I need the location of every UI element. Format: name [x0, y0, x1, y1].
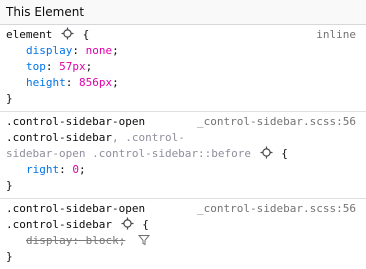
- close-brace: }: [6, 179, 13, 192]
- property-value[interactable]: 856px: [79, 76, 112, 89]
- property-value[interactable]: none: [86, 44, 113, 57]
- rule-selector[interactable]: element: [6, 28, 52, 41]
- target-node-icon[interactable]: [61, 27, 74, 40]
- rule-selector[interactable]: .control-sidebar-open: [6, 115, 145, 128]
- property-name[interactable]: display: [26, 234, 72, 247]
- declaration-overridden[interactable]: display: block;: [6, 233, 360, 249]
- rule-source-link[interactable]: _control-sidebar.scss:56: [197, 114, 356, 130]
- filter-icon[interactable]: [137, 234, 150, 246]
- property-value[interactable]: 0: [72, 163, 79, 176]
- property-name[interactable]: top: [26, 60, 46, 73]
- property-value[interactable]: block: [86, 234, 119, 247]
- rule-selector[interactable]: .control-sidebar-open: [6, 202, 145, 215]
- property-value[interactable]: 57px: [59, 60, 86, 73]
- property-name[interactable]: height: [26, 76, 66, 89]
- declaration[interactable]: height: 856px;: [6, 75, 360, 91]
- css-rule-element: element { inline display: none; top: 57p…: [0, 25, 366, 112]
- css-rule-control-sidebar-right: .control-sidebar-open _control-sidebar.s…: [0, 112, 366, 199]
- panel-title: This Element: [6, 5, 85, 19]
- panel-header: This Element: [0, 0, 366, 25]
- rule-source-link[interactable]: _control-sidebar.scss:56: [197, 201, 356, 217]
- target-node-icon[interactable]: [260, 146, 273, 159]
- rule-selector-unmatched[interactable]: , .control-: [112, 131, 185, 144]
- close-brace: }: [6, 92, 13, 105]
- target-node-icon[interactable]: [121, 217, 134, 230]
- css-rule-control-sidebar-display: .control-sidebar-open _control-sidebar.s…: [0, 199, 366, 269]
- declaration[interactable]: top: 57px;: [6, 59, 360, 75]
- property-name[interactable]: display: [26, 44, 72, 57]
- rule-source-link[interactable]: inline: [316, 27, 356, 43]
- property-name[interactable]: right: [26, 163, 59, 176]
- rule-selector-unmatched[interactable]: sidebar-open .control-sidebar::before: [6, 147, 251, 160]
- open-brace: {: [142, 218, 149, 231]
- declaration[interactable]: right: 0;: [6, 162, 360, 178]
- rule-selector[interactable]: .control-sidebar: [6, 131, 112, 144]
- rule-selector[interactable]: .control-sidebar: [6, 218, 112, 231]
- open-brace: {: [82, 28, 90, 41]
- declaration[interactable]: display: none;: [6, 43, 360, 59]
- open-brace: {: [281, 147, 288, 160]
- close-brace: }: [6, 250, 13, 263]
